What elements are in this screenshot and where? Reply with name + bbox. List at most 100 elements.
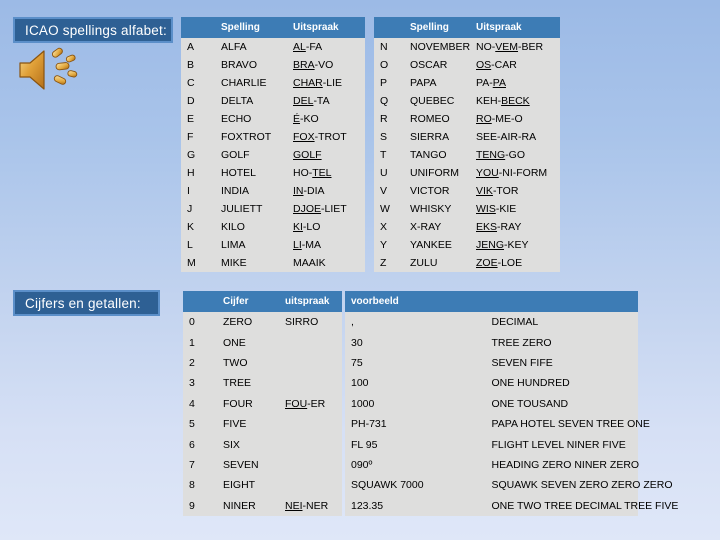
- pron-suffix: -FA: [305, 41, 323, 53]
- col-header-pronunciation: Uitspraak: [293, 17, 365, 38]
- cell-example-text: DECIMAL: [491, 316, 539, 329]
- cell-spelling: VICTOR: [410, 185, 450, 197]
- pron-stressed-syllable: WIS: [476, 203, 496, 215]
- table-row: D DELTA DEL-TA: [181, 92, 365, 110]
- pron-suffix: -TA: [313, 95, 330, 107]
- cell-pronunciation: CHAR-LIE: [293, 74, 365, 92]
- pron-stressed-syllable: RO: [476, 113, 492, 125]
- table-alphabet-right: Spelling Uitspraak N NOVEMBER NO-VEM-BER O O…: [374, 17, 560, 272]
- cell-digit: 5: [189, 418, 195, 431]
- table-row: 123.35 ONE TWO TREE DECIMAL TREE FIVE: [345, 496, 678, 516]
- cell-digit-pronunciation: [285, 455, 342, 475]
- cell-example-code: PH-731: [351, 418, 387, 431]
- cell-example-code: 123.35: [351, 499, 384, 512]
- cell-spelling: SIERRA: [410, 131, 450, 143]
- cell-digit-pronunciation: [285, 373, 342, 393]
- cell-example-text: ONE TOUSAND: [491, 397, 569, 410]
- table-row: , DECIMAL: [345, 312, 638, 332]
- table-examples-body: , DECIMAL 30 TREE ZERO 75 SEVEN FIFE 100 ONE HU…: [345, 312, 678, 516]
- table-row: J JULIETT DJOE-LIET: [181, 200, 365, 218]
- table-row: 75 SEVEN FIFE: [345, 353, 638, 373]
- col-header-letter: [181, 17, 221, 38]
- col-header-example: voorbeeld: [345, 291, 638, 312]
- cell-letter: S: [380, 131, 388, 143]
- cell-example-text: HEADING ZERO NINER ZERO: [491, 458, 640, 471]
- col-header-blank: [183, 291, 223, 312]
- table-digits: Cijfer uitspraak 0 ZERO SIRRO 1 ONE 2 TWO 3 TREE…: [183, 291, 342, 516]
- cell-digit: 7: [189, 458, 195, 471]
- cell-digit-word: FOUR: [223, 397, 253, 410]
- cell-pronunciation: SEE-AIR-RA: [476, 128, 560, 146]
- cell-letter: M: [187, 257, 196, 269]
- pron-suffix: -DIA: [303, 185, 325, 197]
- cell-example-code: 75: [351, 356, 363, 369]
- cell-letter: P: [380, 77, 388, 89]
- cell-pronunciation: GOLF: [293, 146, 365, 164]
- cell-pronunciation: JENG-KEY: [476, 236, 560, 254]
- pron-prefix: KEH-: [476, 95, 502, 107]
- title-numbers: Cijfers en getallen:: [13, 290, 160, 316]
- cell-letter: R: [380, 113, 388, 125]
- cell-letter: C: [187, 77, 195, 89]
- table-row: K KILO KI-LO: [181, 218, 365, 236]
- cell-pronunciation: AL-FA: [293, 38, 365, 56]
- cell-letter: F: [187, 131, 194, 143]
- cell-spelling: KILO: [221, 221, 245, 233]
- speaker-sound-icon[interactable]: [16, 44, 88, 96]
- table-header-row: Spelling Uitspraak: [374, 17, 560, 38]
- pron-stressed-syllable: AL: [293, 41, 306, 53]
- cell-digit-word: SIX: [223, 438, 240, 451]
- table-row: Z ZULU ZOE-LOE: [374, 254, 560, 272]
- pron-stressed-syllable: NEI: [285, 499, 303, 512]
- table-row: 9 NINER NEI-NER: [183, 496, 342, 516]
- pron-stressed-syllable: FOX: [293, 131, 315, 143]
- cell-digit-pronunciation: SIRRO: [285, 312, 342, 332]
- col-header-digit-pronunciation: uitspraak: [285, 291, 342, 312]
- pron-suffix: -LIET: [321, 203, 347, 215]
- cell-pronunciation: FOX-TROT: [293, 128, 365, 146]
- cell-letter: H: [187, 167, 195, 179]
- pron-suffix: -VO: [314, 59, 334, 71]
- table-row: X X-RAY EKS-RAY: [374, 218, 560, 236]
- table-alphabet-left-head: Spelling Uitspraak: [181, 17, 365, 38]
- table-row: G GOLF GOLF: [181, 146, 365, 164]
- cell-letter: L: [187, 239, 193, 251]
- cell-digit-pronunciation: [285, 332, 342, 352]
- table-row: 100 ONE HUNDRED: [345, 373, 638, 393]
- cell-spelling: JULIETT: [221, 203, 263, 215]
- table-row: O OSCAR OS-CAR: [374, 56, 560, 74]
- table-row: 3 TREE: [183, 373, 342, 393]
- cell-example-code: ,: [351, 316, 354, 329]
- pron-stressed-syllable: BECK: [501, 95, 530, 107]
- pron-suffix: -RAY: [497, 221, 522, 233]
- cell-letter: J: [187, 203, 193, 215]
- col-header-pronunciation: Uitspraak: [476, 17, 560, 38]
- cell-letter: X: [380, 221, 388, 233]
- cell-pronunciation: NO-VEM-BER: [476, 38, 560, 56]
- cell-pronunciation: DEL-TA: [293, 92, 365, 110]
- pron-suffix: -TROT: [314, 131, 347, 143]
- cell-digit: 3: [189, 377, 195, 390]
- cell-pronunciation: KI-LO: [293, 218, 365, 236]
- col-header-spelling: Spelling: [410, 17, 476, 38]
- cell-spelling: HOTEL: [221, 167, 257, 179]
- cell-digit-pronunciation: [285, 414, 342, 434]
- cell-letter: Z: [380, 257, 387, 269]
- pron-stressed-syllable: FOU: [285, 397, 308, 410]
- pron-suffix: -BER: [518, 41, 544, 53]
- cell-spelling: ZULU: [410, 257, 438, 269]
- cell-letter: T: [380, 149, 387, 161]
- cell-letter: V: [380, 185, 388, 197]
- cell-pronunciation: RO-ME-O: [476, 110, 560, 128]
- table-alphabet-left-body: A ALFA AL-FA B BRAVO BRA-VO C CHARLIE CHAR-LIE D D…: [181, 38, 365, 272]
- table-row: E ECHO É-KO: [181, 110, 365, 128]
- cell-digit-word: NINER: [223, 499, 256, 512]
- cell-letter: Y: [380, 239, 388, 251]
- table-header-row: voorbeeld: [345, 291, 638, 312]
- col-header-spelling: Spelling: [221, 17, 293, 38]
- table-row: Y YANKEE JENG-KEY: [374, 236, 560, 254]
- pron-suffix: -KEY: [504, 239, 529, 251]
- cell-example-text: ONE HUNDRED: [491, 377, 570, 390]
- cell-example-code: 30: [351, 336, 363, 349]
- pron-stressed-syllable: TEL: [312, 167, 332, 179]
